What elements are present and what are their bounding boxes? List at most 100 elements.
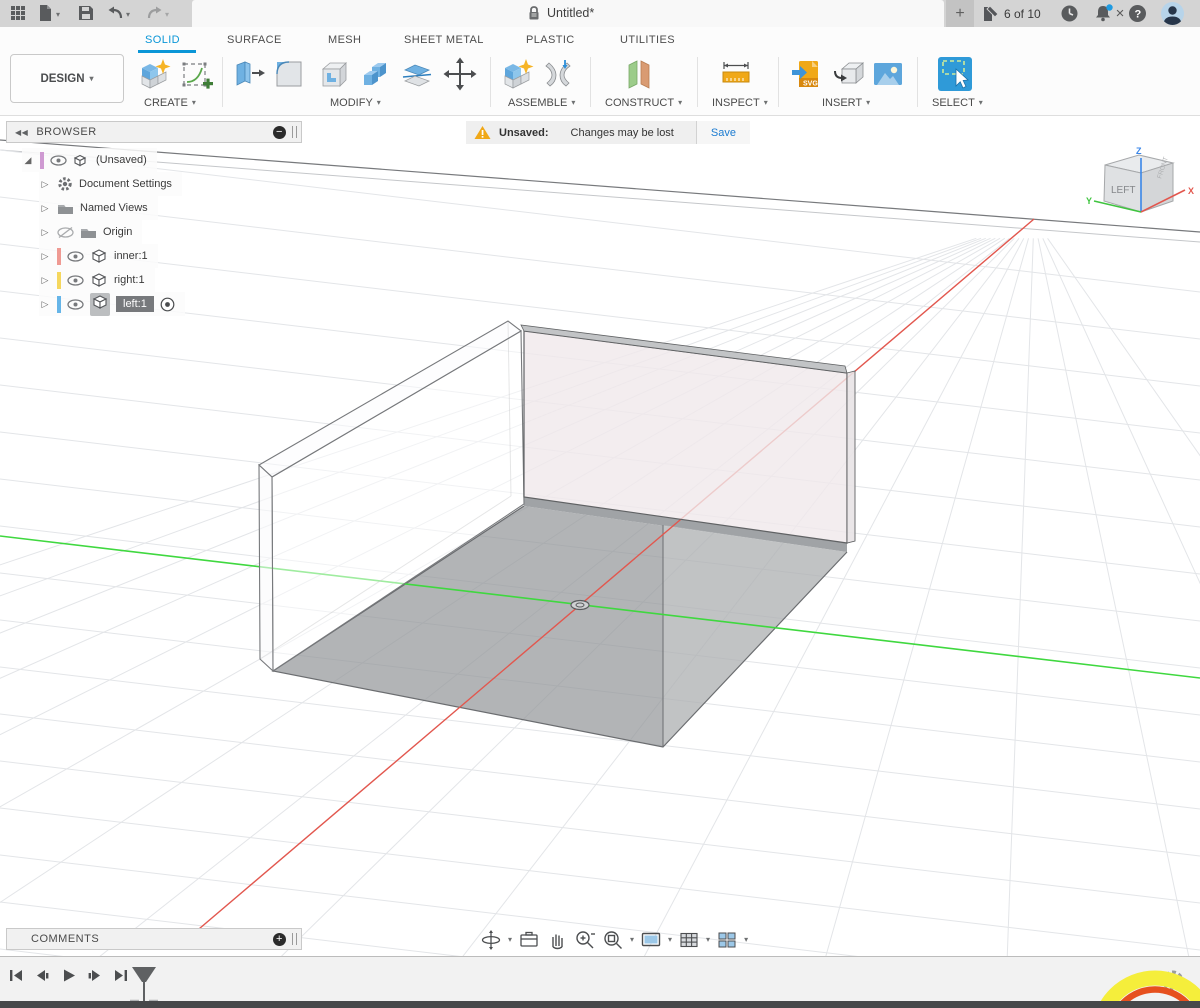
browser-row-label[interactable]: right:1 <box>114 274 145 286</box>
ribbon-tab-surface[interactable]: SURFACE <box>227 34 282 46</box>
viewcube[interactable]: LEFT FRONT Z X Y <box>1085 143 1200 238</box>
step-back-icon[interactable] <box>34 967 51 989</box>
viewports-caret[interactable]: ▾ <box>744 936 748 944</box>
save-icon[interactable] <box>78 5 94 21</box>
browser-row-label[interactable]: Origin <box>103 226 132 238</box>
avatar[interactable] <box>1161 2 1184 25</box>
save-button[interactable]: Save <box>696 121 750 144</box>
browser-row-inner[interactable]: ▷ inner:1 <box>6 244 306 268</box>
browser-row-label[interactable]: (Unsaved) <box>96 154 147 166</box>
measure-icon[interactable] <box>719 57 753 96</box>
display-settings-icon[interactable] <box>640 929 662 951</box>
activate-radio-icon[interactable] <box>160 297 175 312</box>
browser-row-named-views[interactable]: ▷ Named Views <box>6 196 306 220</box>
browser-row-left-selected[interactable]: ▷ left:1 <box>6 292 306 316</box>
ribbon-tab-mesh[interactable]: MESH <box>328 34 361 46</box>
expander-icon[interactable]: ▷ <box>39 275 51 286</box>
browser-row-label[interactable]: Named Views <box>80 202 148 214</box>
app-launcher-icon[interactable] <box>10 5 26 21</box>
viewports-icon[interactable] <box>716 929 738 951</box>
job-status-icon[interactable] <box>982 5 1000 22</box>
play-icon[interactable] <box>60 967 77 989</box>
browser-row-origin[interactable]: ▷ Origin <box>6 220 306 244</box>
undo-caret[interactable]: ▾ <box>126 11 130 19</box>
group-insert[interactable]: INSERT▾ <box>822 97 870 109</box>
browser-row-document-settings[interactable]: ▷ Document Settings <box>6 172 306 196</box>
group-create[interactable]: CREATE▾ <box>144 97 196 109</box>
eye-icon[interactable] <box>67 275 84 286</box>
origin-marker[interactable] <box>571 601 589 610</box>
fillet-icon[interactable] <box>272 57 306 96</box>
grid-settings-icon[interactable] <box>678 929 700 951</box>
expander-icon[interactable]: ▷ <box>39 299 51 310</box>
viewcube-face-label[interactable]: LEFT <box>1111 185 1135 196</box>
look-at-icon[interactable] <box>518 929 540 951</box>
history-clock-icon[interactable] <box>1060 4 1079 23</box>
construct-plane-icon[interactable] <box>622 57 656 96</box>
undo-icon[interactable] <box>107 5 124 21</box>
browser-resize-grip[interactable] <box>292 126 297 138</box>
browser-row-label[interactable]: inner:1 <box>114 250 148 262</box>
group-construct[interactable]: CONSTRUCT▾ <box>605 97 682 109</box>
expander-icon[interactable]: ▷ <box>39 203 51 214</box>
new-tab-button[interactable]: + <box>946 0 974 27</box>
expander-icon[interactable]: ▷ <box>39 251 51 262</box>
browser-panel-header[interactable]: ◀◀ BROWSER − <box>6 121 302 143</box>
comments-panel-header[interactable]: COMMENTS + <box>6 928 302 950</box>
file-menu-caret[interactable]: ▾ <box>56 11 60 19</box>
grid-settings-caret[interactable]: ▾ <box>706 936 710 944</box>
insert-svg-icon[interactable]: SVG <box>790 57 824 96</box>
browser-row-label-selected[interactable]: left:1 <box>116 296 154 312</box>
help-icon[interactable]: ? <box>1128 4 1147 23</box>
eye-off-icon[interactable] <box>57 226 74 239</box>
group-select[interactable]: SELECT▾ <box>932 97 983 109</box>
step-forward-icon[interactable] <box>86 967 103 989</box>
redo-caret[interactable]: ▾ <box>165 11 169 19</box>
press-pull-icon[interactable] <box>231 57 265 96</box>
browser-minimize-icon[interactable]: − <box>273 126 286 139</box>
canvas-icon[interactable] <box>872 57 904 96</box>
browser-collapse-icon[interactable]: ◀◀ <box>15 128 28 137</box>
display-settings-caret[interactable]: ▾ <box>668 936 672 944</box>
browser-row-root[interactable]: ◢ (Unsaved) <box>6 148 306 172</box>
create-sketch-icon[interactable] <box>179 57 213 96</box>
split-body-icon[interactable] <box>400 57 434 96</box>
notifications-bell-icon[interactable] <box>1094 4 1114 23</box>
go-to-start-icon[interactable] <box>8 967 25 989</box>
eye-icon[interactable] <box>67 299 84 310</box>
assemble-new-component-icon[interactable] <box>500 57 534 96</box>
redo-icon[interactable] <box>146 5 163 21</box>
comments-resize-grip[interactable] <box>292 933 297 945</box>
orbit-icon[interactable] <box>480 929 502 951</box>
job-counter[interactable]: 6 of 10 <box>1004 7 1041 21</box>
go-to-end-icon[interactable] <box>112 967 129 989</box>
group-assemble[interactable]: ASSEMBLE▾ <box>508 97 575 109</box>
group-inspect[interactable]: INSPECT▾ <box>712 97 768 109</box>
ribbon-tab-plastic[interactable]: PLASTIC <box>526 34 575 46</box>
fit-icon[interactable] <box>602 929 624 951</box>
ribbon-tab-sheetmetal[interactable]: SHEET METAL <box>404 34 484 46</box>
ribbon-tab-utilities[interactable]: UTILITIES <box>620 34 675 46</box>
joint-icon[interactable] <box>541 57 575 96</box>
expander-icon[interactable]: ▷ <box>39 227 51 238</box>
select-icon[interactable] <box>936 55 974 98</box>
file-menu-icon[interactable] <box>38 4 53 22</box>
orbit-caret[interactable]: ▾ <box>508 936 512 944</box>
eye-icon[interactable] <box>50 155 67 166</box>
shell-icon[interactable] <box>316 57 350 96</box>
new-component-icon[interactable] <box>137 57 171 96</box>
timeline-position-marker[interactable] <box>128 965 168 1005</box>
eye-icon[interactable] <box>67 251 84 262</box>
workspace-selector[interactable]: DESIGN ▾ <box>10 54 124 103</box>
combine-icon[interactable] <box>358 57 392 96</box>
comments-expand-icon[interactable]: + <box>273 933 286 946</box>
pan-icon[interactable] <box>546 929 568 951</box>
ribbon-tab-solid[interactable]: SOLID <box>145 34 180 46</box>
insert-derive-icon[interactable] <box>832 57 866 96</box>
expander-icon[interactable]: ▷ <box>39 179 51 190</box>
group-modify[interactable]: MODIFY▾ <box>330 97 381 109</box>
fit-caret[interactable]: ▾ <box>630 936 634 944</box>
move-icon[interactable] <box>443 57 477 96</box>
zoom-icon[interactable] <box>574 929 596 951</box>
browser-row-right[interactable]: ▷ right:1 <box>6 268 306 292</box>
